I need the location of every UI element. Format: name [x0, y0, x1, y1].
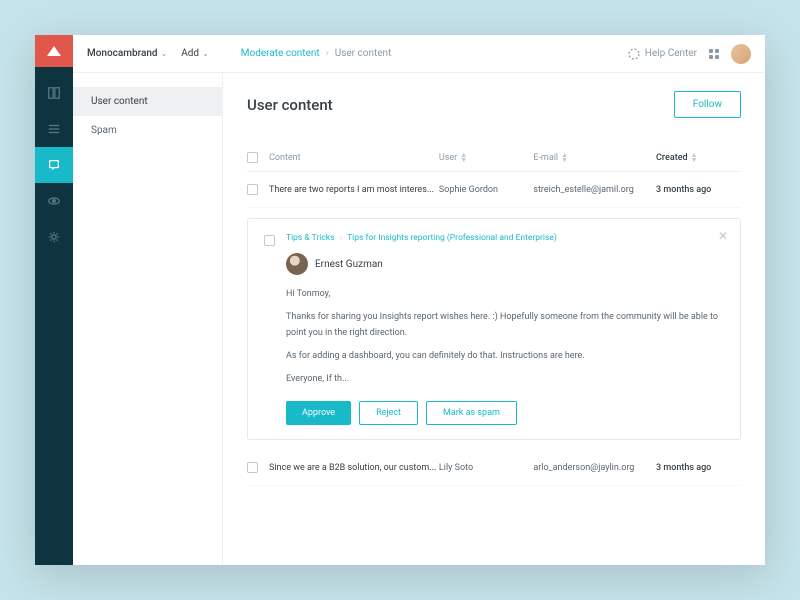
nav-item-4[interactable]	[35, 183, 73, 219]
breadcrumb-root[interactable]: Moderate content	[241, 48, 320, 59]
header-content: Content	[269, 153, 439, 163]
header-user[interactable]: User▲▼	[439, 153, 533, 163]
reject-button[interactable]: Reject	[359, 401, 418, 425]
breadcrumb-current: User content	[335, 48, 392, 59]
row-email: arlo_anderson@jaylin.org	[533, 463, 656, 473]
sort-icon: ▲▼	[460, 153, 467, 161]
card-checkbox[interactable]	[264, 235, 275, 246]
sidebar-item-user-content[interactable]: User content	[73, 87, 222, 116]
row-email: streich_estelle@jamil.org	[533, 185, 656, 195]
user-avatar[interactable]	[731, 44, 751, 64]
chevron-right-icon: ›	[326, 48, 329, 59]
approve-button[interactable]: Approve	[286, 401, 351, 425]
help-icon	[628, 48, 640, 60]
expanded-card: ✕ Tips & Tricks › Tips for Insights repo…	[247, 218, 741, 440]
nav-item-settings[interactable]	[35, 219, 73, 255]
row-user: Sophie Gordon	[439, 185, 533, 195]
nav-item-moderate[interactable]	[35, 147, 73, 183]
card-breadcrumb: Tips & Tricks › Tips for Insights report…	[286, 233, 724, 243]
page-title: User content	[247, 96, 333, 114]
card-p2: Thanks for sharing you Insights report w…	[286, 310, 724, 341]
org-name: Monocambrand	[87, 48, 158, 59]
row-created: 3 months ago	[656, 463, 741, 473]
table-row[interactable]: Since we are a B2B solution, our custom.…	[247, 450, 741, 486]
chevron-right-icon: ›	[340, 233, 343, 243]
mark-spam-button[interactable]: Mark as spam	[426, 401, 517, 425]
chevron-down-icon: ⌄	[202, 49, 209, 58]
card-avatar	[286, 253, 308, 275]
apps-icon[interactable]	[709, 49, 719, 59]
card-bc-a[interactable]: Tips & Tricks	[286, 233, 335, 243]
logo[interactable]	[35, 35, 73, 67]
sort-icon: ▲▼	[561, 153, 568, 161]
row-created: 3 months ago	[656, 185, 741, 195]
select-all-checkbox[interactable]	[247, 152, 258, 163]
chevron-down-icon: ⌄	[161, 49, 168, 58]
row-content: Since we are a B2B solution, our custom.…	[269, 463, 439, 473]
add-label: Add	[181, 48, 199, 59]
row-user: Lily Soto	[439, 463, 533, 473]
card-p3: As for adding a dashboard, you can defin…	[286, 349, 724, 364]
card-username: Ernest Guzman	[315, 259, 383, 270]
add-menu[interactable]: Add ⌄	[181, 48, 209, 59]
nav-rail	[35, 35, 73, 565]
help-label: Help Center	[645, 48, 697, 59]
sort-icon: ▲▼	[691, 153, 698, 161]
card-p1: Hi Tonmoy,	[286, 287, 724, 302]
topbar: Monocambrand ⌄ Add ⌄ Moderate content › …	[73, 35, 765, 73]
org-selector[interactable]: Monocambrand ⌄	[87, 48, 167, 59]
header-created[interactable]: Created▲▼	[656, 153, 741, 163]
content: User content Follow Content User▲▼ E-mai…	[223, 73, 765, 565]
header-email[interactable]: E-mail▲▼	[533, 153, 656, 163]
follow-button[interactable]: Follow	[674, 91, 741, 118]
table-row[interactable]: There are two reports I am most interes.…	[247, 172, 741, 208]
card-bc-b[interactable]: Tips for Insights reporting (Professiona…	[347, 233, 557, 243]
nav-item-2[interactable]	[35, 111, 73, 147]
help-center-link[interactable]: Help Center	[628, 48, 697, 60]
row-content: There are two reports I am most interes.…	[269, 185, 439, 195]
nav-item-1[interactable]	[35, 75, 73, 111]
close-icon[interactable]: ✕	[718, 229, 728, 243]
sidebar: User content Spam	[73, 73, 223, 565]
body: User content Spam User content Follow Co…	[73, 73, 765, 565]
app-window: Monocambrand ⌄ Add ⌄ Moderate content › …	[35, 35, 765, 565]
row-checkbox[interactable]	[247, 184, 258, 195]
breadcrumb: Moderate content › User content	[241, 48, 392, 59]
table-header: Content User▲▼ E-mail▲▼ Created▲▼	[247, 144, 741, 172]
row-checkbox[interactable]	[247, 462, 258, 473]
card-p4: Everyone, If th...	[286, 372, 724, 387]
sidebar-item-spam[interactable]: Spam	[73, 116, 222, 145]
main-area: Monocambrand ⌄ Add ⌄ Moderate content › …	[73, 35, 765, 565]
